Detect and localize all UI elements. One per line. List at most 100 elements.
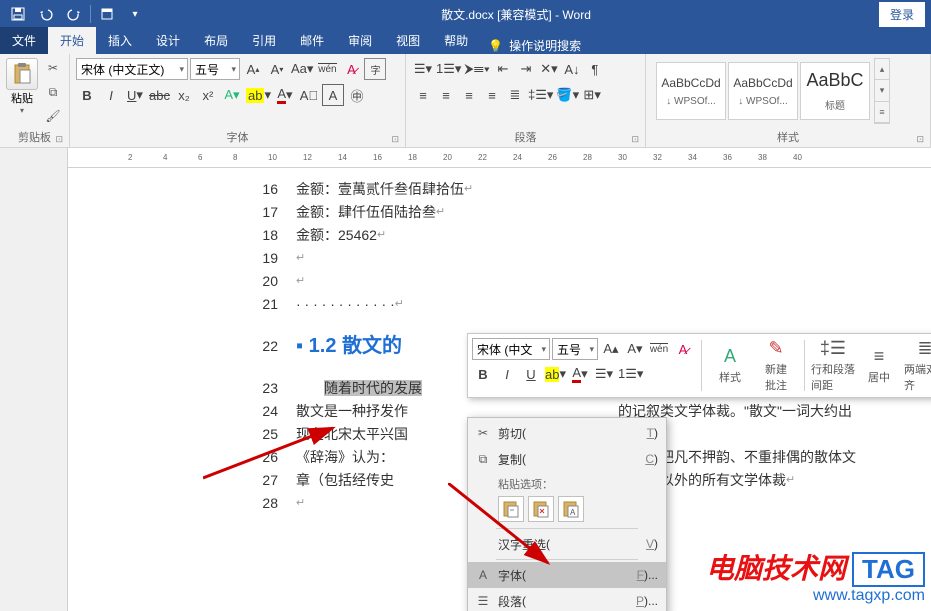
menu-font[interactable]: A字体(F)... <box>468 562 666 588</box>
paste-button[interactable]: 粘贴 ▾ <box>6 58 38 126</box>
paste-text-icon[interactable]: A <box>558 496 584 522</box>
phonetic-guide-icon[interactable]: wén <box>316 58 338 80</box>
menu-hanzi[interactable]: 汉字重选(V) <box>468 531 666 557</box>
align-right-icon[interactable]: ≡ <box>458 84 480 106</box>
multilevel-icon[interactable]: ⮞☰▾ <box>463 58 491 80</box>
horizontal-ruler[interactable]: 246810121416182022242628303234363840 <box>68 148 931 168</box>
char-border-icon[interactable]: A <box>322 84 344 106</box>
tell-me[interactable]: 💡 操作说明搜索 <box>480 37 589 54</box>
underline-button[interactable]: U▾ <box>124 84 146 106</box>
launcher-icon[interactable]: ⊡ <box>916 134 924 145</box>
indent-dec-icon[interactable]: ⇤ <box>492 58 514 80</box>
borders-icon[interactable]: ⊞▾ <box>581 84 603 106</box>
font-name-combo[interactable]: 宋体 (中文正文) <box>76 58 188 80</box>
change-case-icon[interactable]: Aa▾ <box>290 58 314 80</box>
mt-styles-button[interactable]: A样式 <box>709 338 751 393</box>
cut-icon: ✂ <box>474 426 492 440</box>
style-gallery-nav[interactable]: ▴▾≡ <box>874 58 890 124</box>
mt-justify-button[interactable]: ≣两端对齐 <box>904 338 931 393</box>
italic-button[interactable]: I <box>100 84 122 106</box>
style-item[interactable]: AaBbCcDd↓ WPSOf... <box>728 62 798 120</box>
superscript-button[interactable]: x² <box>197 84 219 106</box>
distribute-icon[interactable]: ≣ <box>504 84 526 106</box>
paste-merge-icon[interactable] <box>528 496 554 522</box>
tab-insert[interactable]: 插入 <box>96 27 144 54</box>
font-label: 字体⊡ <box>76 127 399 145</box>
highlight-icon[interactable]: ab▾ <box>245 84 272 106</box>
shading-icon[interactable]: 🪣▾ <box>555 84 580 106</box>
text-effects-icon[interactable]: A▾ <box>221 84 243 106</box>
justify-icon[interactable]: ≡ <box>481 84 503 106</box>
mt-size-combo[interactable]: 五号 <box>552 338 598 360</box>
doc-line: 16金额：壹萬贰仟叁佰肆拾伍↵ <box>248 178 891 200</box>
tab-home[interactable]: 开始 <box>48 27 96 54</box>
tab-view[interactable]: 视图 <box>384 27 432 54</box>
launcher-icon[interactable]: ⊡ <box>55 134 63 145</box>
tab-review[interactable]: 审阅 <box>336 27 384 54</box>
align-center-icon[interactable]: ≡ <box>435 84 457 106</box>
underline-button[interactable]: U <box>520 363 542 385</box>
strike-button[interactable]: abc <box>148 84 171 106</box>
grow-font-icon[interactable]: A▴ <box>242 58 264 80</box>
circle-char-icon[interactable]: ㊥ <box>346 84 368 106</box>
align-left-icon[interactable]: ≡ <box>412 84 434 106</box>
clear-format-icon[interactable]: A̷ <box>340 58 362 80</box>
font-color-icon[interactable]: A▾ <box>569 363 591 385</box>
format-painter-icon[interactable]: 🖌 <box>42 106 64 126</box>
qat-button[interactable] <box>93 0 121 28</box>
style-item[interactable]: AaBbCcDd↓ WPSOf... <box>656 62 726 120</box>
tab-design[interactable]: 设计 <box>144 27 192 54</box>
italic-button[interactable]: I <box>496 363 518 385</box>
quick-access-toolbar: ▾ <box>0 0 153 28</box>
cut-icon[interactable]: ✂ <box>42 58 64 78</box>
paste-options-label: 粘贴选项： <box>468 472 666 494</box>
tab-layout[interactable]: 布局 <box>192 27 240 54</box>
numbering-icon[interactable]: 1☰▾ <box>617 363 644 385</box>
tab-file[interactable]: 文件 <box>0 27 48 54</box>
copy-icon[interactable]: ⧉ <box>42 82 64 102</box>
save-icon[interactable] <box>4 0 32 28</box>
menu-cut[interactable]: ✂剪切(T) <box>468 420 666 446</box>
clear-format-icon[interactable]: A̷ <box>672 338 694 360</box>
bold-button[interactable]: B <box>76 84 98 106</box>
indent-inc-icon[interactable]: ⇥ <box>515 58 537 80</box>
enclose-char-icon[interactable]: 字 <box>364 58 386 80</box>
sort-icon[interactable]: A↓ <box>561 58 583 80</box>
highlight-icon[interactable]: ab▾ <box>544 363 567 385</box>
bold-button[interactable]: B <box>472 363 494 385</box>
phonetic-guide-icon[interactable]: wén <box>648 338 670 360</box>
tab-references[interactable]: 引用 <box>240 27 288 54</box>
mt-center-button[interactable]: ≡居中 <box>858 338 900 393</box>
paste-keep-source-icon[interactable] <box>498 496 524 522</box>
login-button[interactable]: 登录 <box>879 2 925 27</box>
mt-font-combo[interactable]: 宋体 (中文 <box>472 338 550 360</box>
mt-comment-button[interactable]: ✎新建 批注 <box>755 338 797 393</box>
show-marks-icon[interactable]: ¶ <box>584 58 606 80</box>
shrink-font-icon[interactable]: A▾ <box>624 338 646 360</box>
style-item[interactable]: AaBbC标题 <box>800 62 870 120</box>
group-font: 宋体 (中文正文) 五号 A▴ A▾ Aa▾ wén A̷ 字 B I U▾ a… <box>70 54 406 147</box>
qat-customize-icon[interactable]: ▾ <box>121 0 149 28</box>
font-color-icon[interactable]: A▾ <box>274 84 296 106</box>
bullets-icon[interactable]: ☰▾ <box>412 58 434 80</box>
font-size-combo[interactable]: 五号 <box>190 58 240 80</box>
subscript-button[interactable]: x₂ <box>173 84 195 106</box>
selected-text[interactable]: 随着时代的发展 <box>324 380 422 396</box>
grow-font-icon[interactable]: A▴ <box>600 338 622 360</box>
tab-help[interactable]: 帮助 <box>432 27 480 54</box>
tab-mailings[interactable]: 邮件 <box>288 27 336 54</box>
mt-spacing-button[interactable]: ‡☰行和段落 间距 <box>812 338 854 393</box>
redo-icon[interactable] <box>60 0 88 28</box>
menu-paragraph[interactable]: ☰段落(P)... <box>468 588 666 611</box>
menu-copy[interactable]: ⧉复制(C) <box>468 446 666 472</box>
line-spacing-icon[interactable]: ‡☰▾ <box>527 84 554 106</box>
doc-line: 19↵ <box>248 247 891 269</box>
char-shading-icon[interactable]: A⃞ <box>298 84 320 106</box>
launcher-icon[interactable]: ⊡ <box>631 134 639 145</box>
launcher-icon[interactable]: ⊡ <box>391 134 399 145</box>
asian-layout-icon[interactable]: ✕▾ <box>538 58 560 80</box>
shrink-font-icon[interactable]: A▾ <box>266 58 288 80</box>
bullets-icon[interactable]: ☰▾ <box>593 363 615 385</box>
undo-icon[interactable] <box>32 0 60 28</box>
numbering-icon[interactable]: 1☰▾ <box>435 58 462 80</box>
